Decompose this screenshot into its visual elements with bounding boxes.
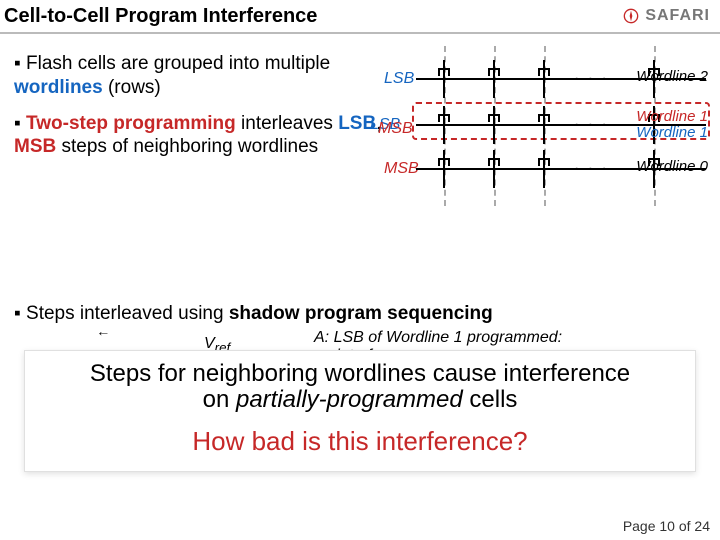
text: interleaves [236, 113, 338, 134]
callout-box: Steps for neighboring wordlines cause in… [24, 350, 696, 472]
page-number: Page 10 of 24 [623, 518, 710, 534]
bullet-marker: ▪ [14, 303, 21, 324]
bullet-1: ▪ Flash cells are grouped into multiple … [14, 52, 394, 100]
transistor-icon [484, 156, 504, 182]
transistor-icon [434, 66, 454, 92]
ellipsis: · · · [574, 70, 609, 88]
transistor-icon [534, 112, 554, 138]
em-shadow: shadow program sequencing [229, 303, 493, 324]
bullet-2: ▪ Two-step programming interleaves LSB, … [14, 112, 394, 160]
y-axis-arrow-icon: ↑ [94, 330, 110, 337]
title-bar: Cell-to-Cell Program Interference SAFARI [0, 0, 720, 34]
text: on [203, 386, 236, 413]
slide-title: Cell-to-Cell Program Interference [4, 5, 623, 28]
text: Steps for neighboring wordlines cause in… [90, 360, 630, 387]
ellipsis: · · · [574, 116, 609, 134]
transistor-icon [434, 156, 454, 182]
transistor-icon [484, 66, 504, 92]
text: (rows) [103, 77, 161, 98]
wordline-label: Wordline 1 [636, 108, 708, 125]
row-tag: LSB [384, 70, 414, 88]
em-wordlines: wordlines [14, 77, 103, 98]
wordline-row: MSB · · · Wordline 0 [364, 150, 714, 190]
wordline-row: LSB MSB · · · Wordline 1 Wordline 1 [364, 106, 714, 146]
transistor-icon [434, 112, 454, 138]
compass-icon [623, 8, 639, 24]
text: steps of neighboring wordlines [56, 136, 318, 157]
text: cells [463, 386, 518, 413]
logo: SAFARI [623, 7, 710, 25]
bullet-marker: ▪ [14, 53, 21, 74]
em-msb: MSB [14, 136, 56, 157]
wordline-label-overlay: Wordline 1 [636, 124, 708, 141]
text: Steps interleaved using [26, 303, 229, 324]
text: Flash cells are grouped into multiple [26, 53, 330, 74]
bullet-marker: ▪ [14, 113, 21, 134]
row-tag-overlay: MSB [378, 120, 413, 138]
logo-text: SAFARI [645, 7, 710, 25]
wordline-label: Wordline 2 [636, 68, 708, 85]
flash-cell-array-diagram: LSB · · · Wordline 2 LSB MSB · · · Wordl… [364, 50, 714, 200]
row-tag: MSB [384, 160, 419, 178]
callout-line-1: Steps for neighboring wordlines cause in… [39, 361, 681, 414]
em-twostep: Two-step programming [26, 113, 236, 134]
wordline-label: Wordline 0 [636, 158, 708, 175]
bullet-list: ▪ Flash cells are grouped into multiple … [14, 52, 394, 159]
transistor-icon [534, 66, 554, 92]
text: A: LSB of Wordline 1 programmed: [314, 329, 562, 347]
bullet-3: ▪ Steps interleaved using shadow program… [14, 303, 706, 325]
callout-line-2: How bad is this interference? [39, 426, 681, 457]
transistor-icon [534, 156, 554, 182]
transistor-icon [484, 112, 504, 138]
ellipsis: · · · [574, 160, 609, 178]
content-area: ▪ Flash cells are grouped into multiple … [0, 34, 720, 395]
wordline-row: LSB · · · Wordline 2 [364, 60, 714, 100]
em-partial: partially-programmed [236, 386, 463, 413]
